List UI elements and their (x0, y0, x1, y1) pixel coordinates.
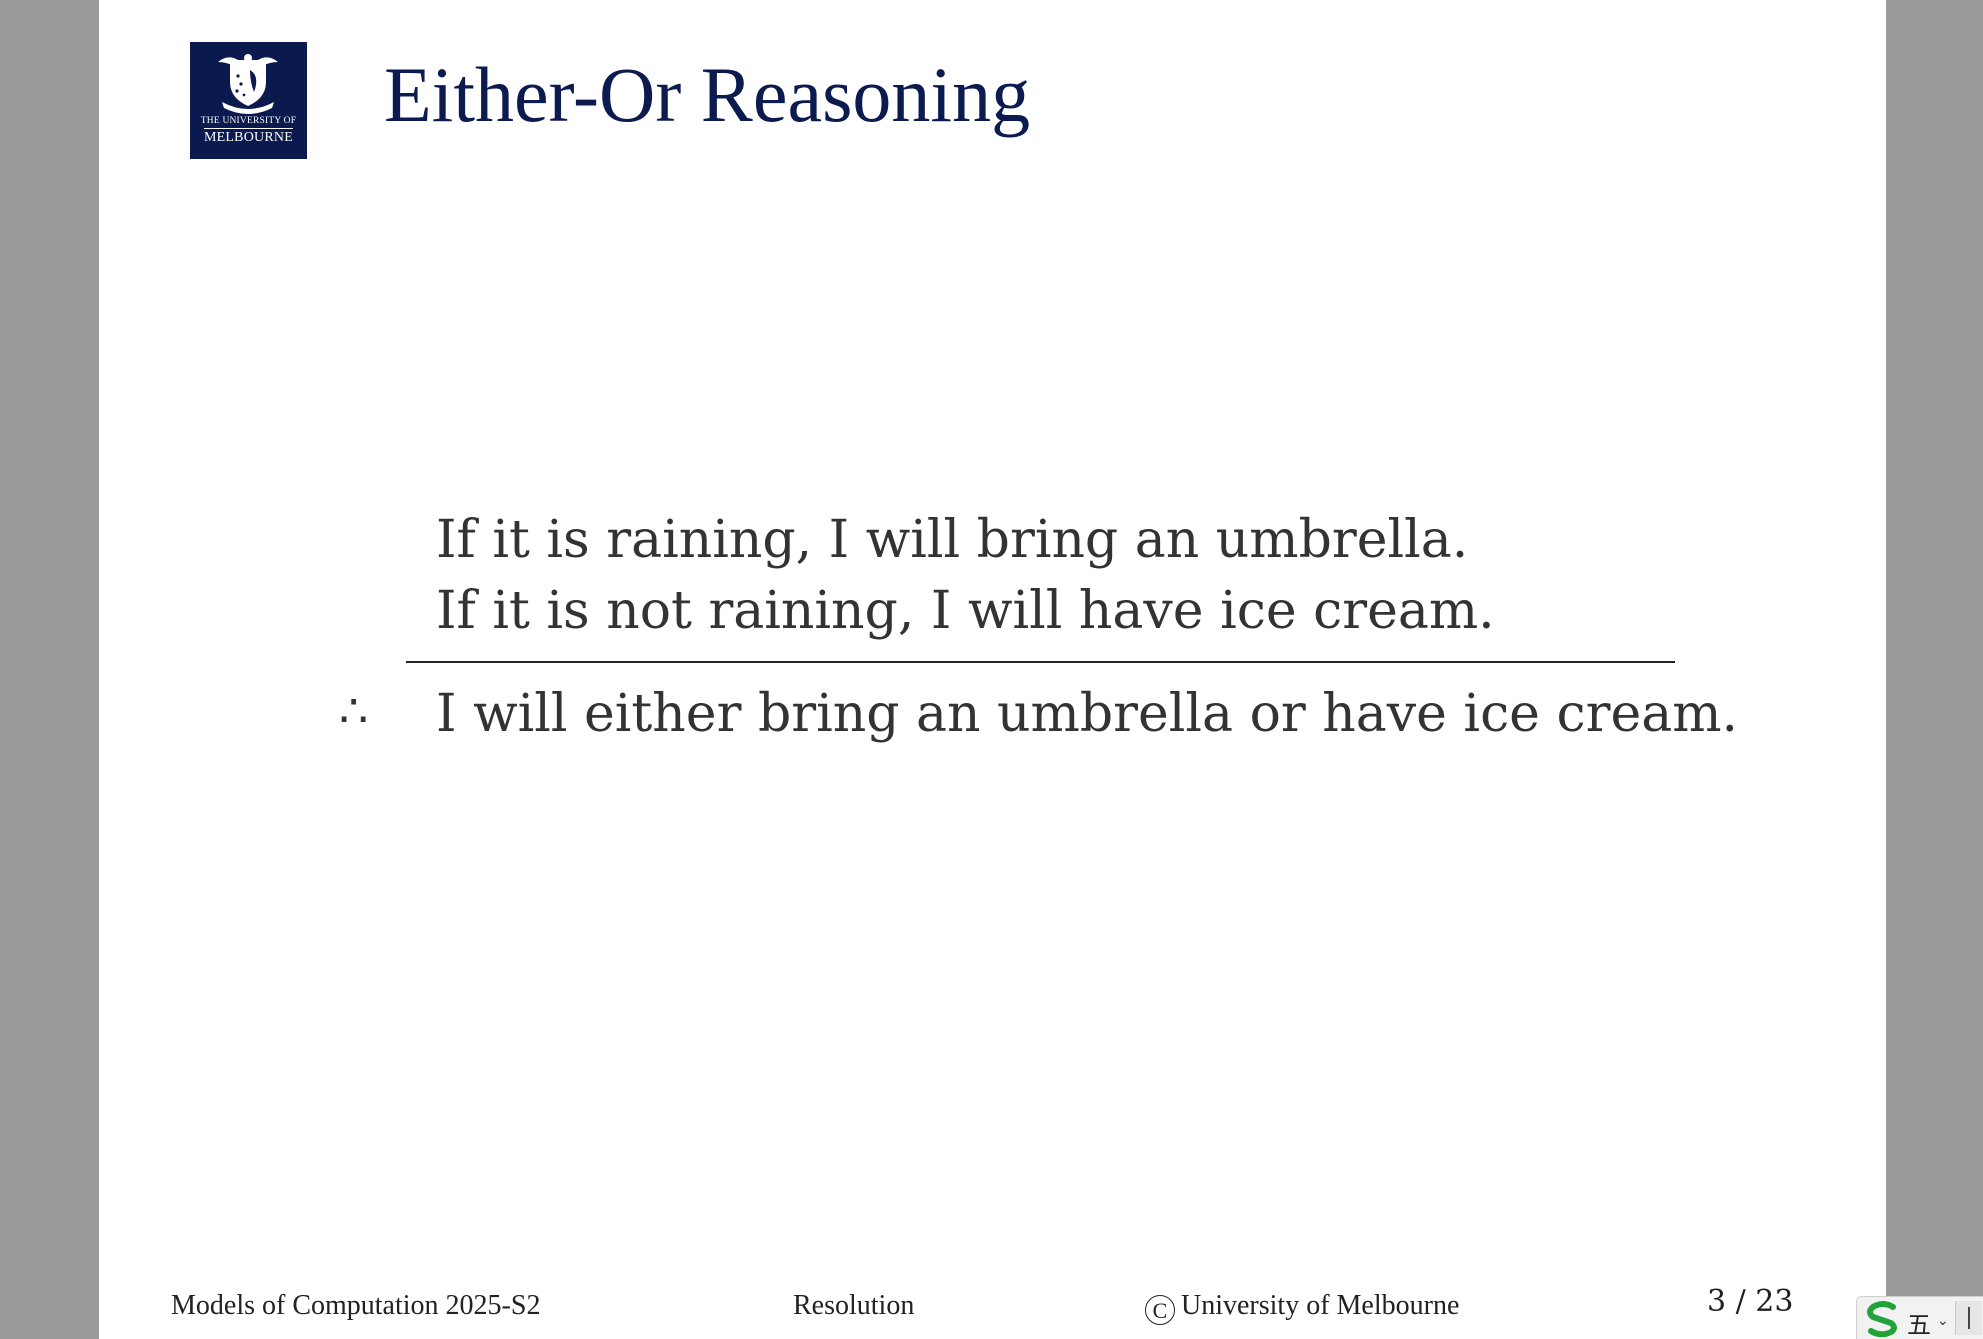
premise-2: If it is not raining, I will have ice cr… (436, 581, 1495, 641)
footer-topic: Resolution (793, 1290, 915, 1321)
copyright-holder: University of Melbourne (1181, 1290, 1460, 1321)
conclusion: I will either bring an umbrella or have … (436, 684, 1739, 744)
ime-handle[interactable] (1955, 1301, 1982, 1335)
inference-line (406, 661, 1675, 663)
footer-copyright: C University of Melbourne (1145, 1290, 1459, 1325)
therefore-symbol: ∴ (339, 684, 369, 738)
slide-page: THE UNIVERSITY OF MELBOURNE Either-Or Re… (99, 0, 1886, 1339)
footer-course: Models of Computation 2025-S2 (171, 1290, 541, 1321)
sogou-ime-icon[interactable] (1863, 1301, 1903, 1337)
ime-mode-label[interactable]: 五 (1907, 1305, 1931, 1339)
argument-block: If it is raining, I will bring an umbrel… (99, 0, 1886, 1339)
premise-1: If it is raining, I will bring an umbrel… (436, 510, 1469, 570)
pdf-viewer: THE UNIVERSITY OF MELBOURNE Either-Or Re… (0, 0, 1983, 1339)
chevron-down-icon[interactable]: ⌄ (1937, 1313, 1949, 1329)
copyright-icon: C (1145, 1295, 1175, 1325)
ime-toolbar[interactable]: 五 ⌄ (1856, 1296, 1983, 1339)
page-number: 3 / 23 (1707, 1284, 1794, 1319)
slide-footer: Models of Computation 2025-S2 Resolution… (99, 1284, 1886, 1330)
